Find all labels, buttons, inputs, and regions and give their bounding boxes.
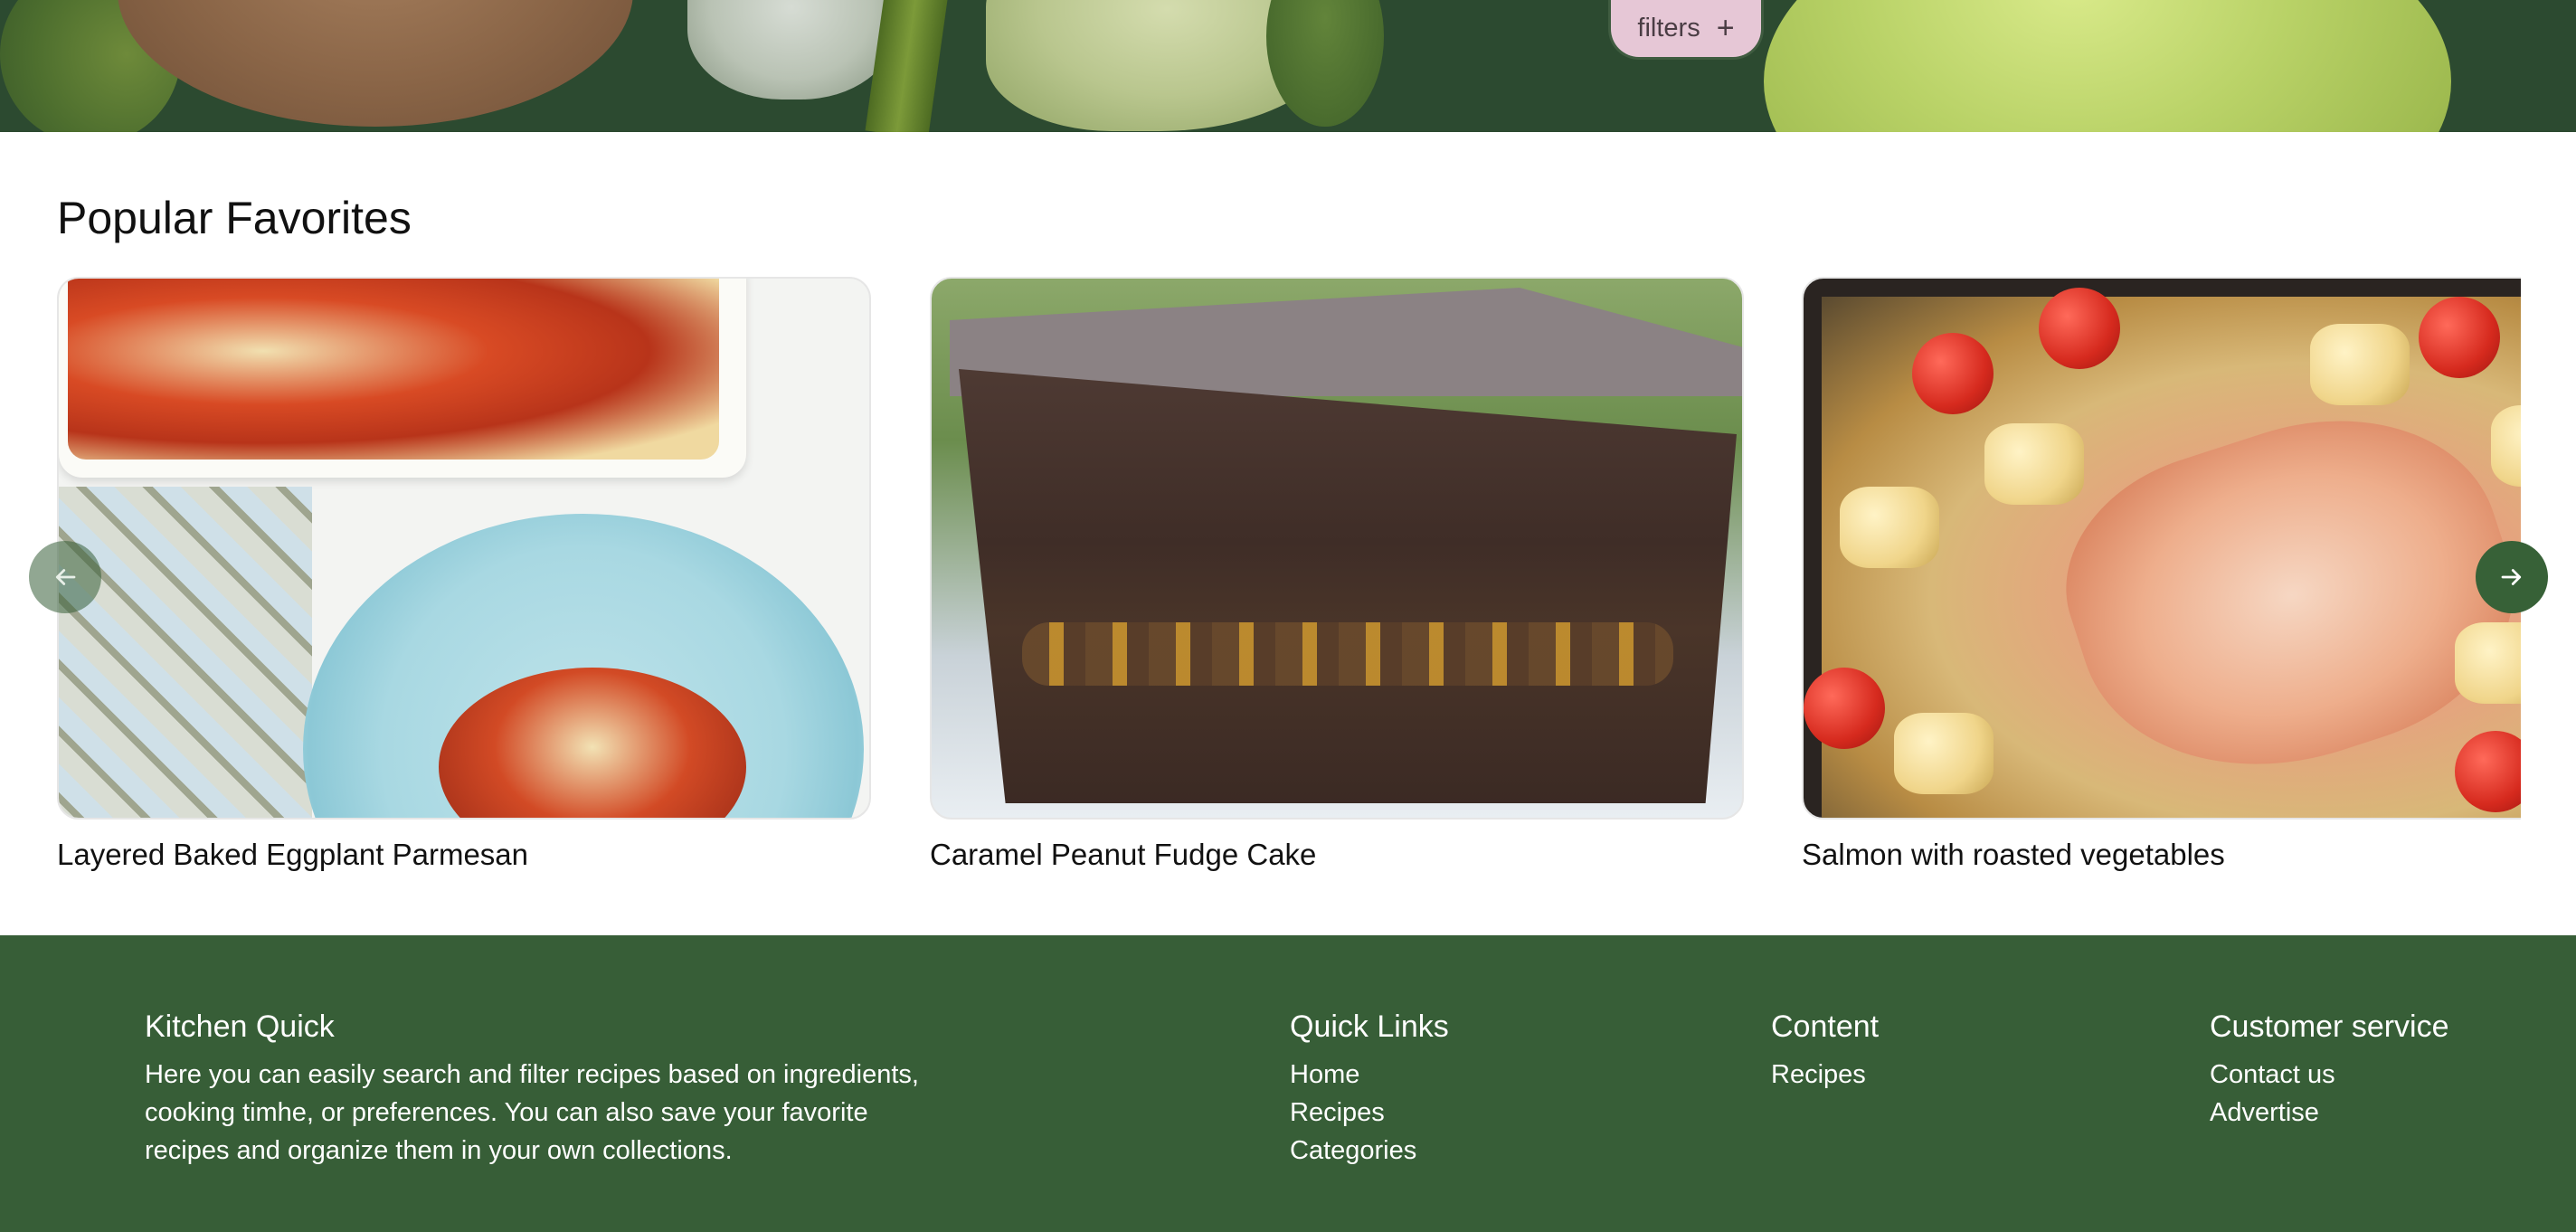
recipe-image[interactable] [930, 277, 1744, 820]
footer: Kitchen Quick Here you can easily search… [0, 935, 2576, 1232]
footer-column-title: Content [1771, 1009, 1880, 1044]
arrow-left-icon [55, 569, 76, 585]
hero-food-image [1764, 0, 2451, 132]
recipe-title[interactable]: Salmon with roasted vegetables [1802, 838, 2521, 872]
filters-label: filters [1637, 14, 1700, 43]
hero-banner: filters + [0, 0, 2576, 132]
footer-link-recipes[interactable]: Recipes [1771, 1056, 1879, 1094]
footer-column-title: Quick Links [1290, 1009, 1449, 1044]
footer-customer-service: Customer service Contact us Advertise [2210, 1009, 2449, 1132]
footer-link-contact[interactable]: Contact us [2210, 1056, 2449, 1094]
arrow-right-icon [2501, 569, 2522, 585]
recipe-image[interactable] [1802, 277, 2521, 820]
hero-food-image [118, 0, 633, 127]
plus-icon: + [1716, 10, 1735, 45]
recipe-card[interactable]: Caramel Peanut Fudge Cake [930, 277, 1744, 872]
recipe-title[interactable]: Layered Baked Eggplant Parmesan [57, 838, 871, 872]
footer-brand: Kitchen Quick Here you can easily search… [145, 1009, 959, 1170]
footer-column-title: Customer service [2210, 1009, 2449, 1044]
hero-food-image [1266, 0, 1384, 127]
footer-link-recipes[interactable]: Recipes [1290, 1094, 1449, 1132]
carousel-next-button[interactable] [2476, 541, 2548, 613]
recipe-image[interactable] [57, 277, 871, 820]
recipe-card[interactable]: Salmon with roasted vegetables [1802, 277, 2521, 872]
hero-food-image [687, 0, 895, 100]
footer-link-categories[interactable]: Categories [1290, 1132, 1449, 1170]
recipe-carousel: Layered Baked Eggplant Parmesan Caramel … [57, 277, 2521, 892]
footer-description: Here you can easily search and filter re… [145, 1060, 919, 1165]
recipe-card[interactable]: Layered Baked Eggplant Parmesan [57, 277, 871, 872]
carousel-prev-button[interactable] [29, 541, 101, 613]
recipe-title[interactable]: Caramel Peanut Fudge Cake [930, 838, 1744, 872]
footer-link-home[interactable]: Home [1290, 1056, 1449, 1094]
footer-quick-links: Quick Links Home Recipes Categories [1290, 1009, 1449, 1170]
section-title: Popular Favorites [57, 193, 412, 243]
footer-brand-title: Kitchen Quick [145, 1009, 335, 1044]
footer-content: Content Recipes [1771, 1009, 1879, 1094]
footer-link-advertise[interactable]: Advertise [2210, 1094, 2449, 1132]
filters-button[interactable]: filters + [1608, 0, 1764, 60]
